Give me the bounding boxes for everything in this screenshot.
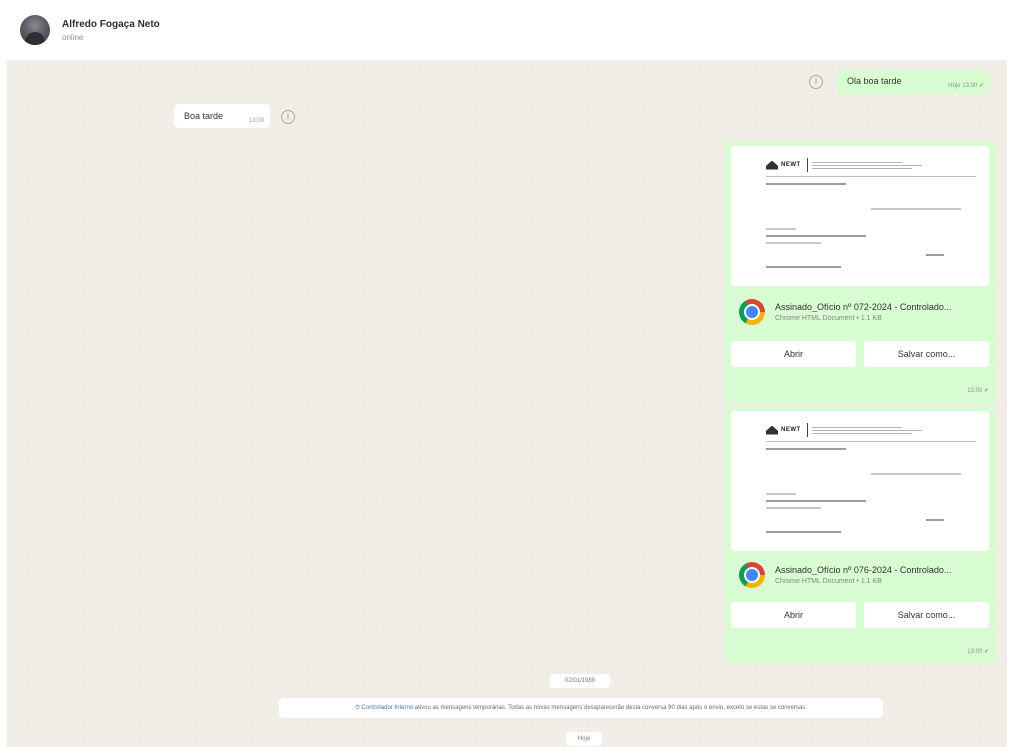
contact-info[interactable]: Alfredo Fogaça Neto online (62, 19, 160, 42)
today-separator: Hoje (566, 732, 602, 746)
file-name: Assinado_Ofício nº 076-2024 - Controlado… (775, 565, 952, 575)
document-message[interactable]: NEWT Assinado_Ofício nº 072-2024 - Contr… (724, 141, 996, 404)
file-name: Assinado_Ofício nº 072-2024 - Controlado… (775, 302, 952, 312)
document-file-info[interactable]: Assinado_Ofício nº 072-2024 - Controlado… (731, 291, 989, 333)
date-separator: 02/01/1989 (550, 674, 610, 688)
document-actions: Abrir Salvar como... (731, 341, 989, 367)
chat-panel[interactable]: i Ola boa tarde Hoje 13:00 ✔ Boa tarde 1… (7, 60, 1007, 747)
system-message: ⏱ Controlador Interno ativou as mensagen… (279, 698, 883, 718)
logo-brand: NEWT (781, 427, 801, 433)
chat-header[interactable]: Alfredo Fogaça Neto online (0, 0, 1014, 60)
message-meta: Hoje 13:00 ✔ (948, 83, 984, 89)
open-button[interactable]: Abrir (731, 602, 856, 628)
file-type: Chrome HTML Document • 1.1 KB (775, 578, 882, 585)
chrome-icon (739, 562, 765, 588)
message-time: 13:00 ✔ (967, 388, 989, 394)
message-text: Ola boa tarde (847, 76, 902, 86)
letterhead-logo: NEWT (766, 423, 932, 437)
document-file-info[interactable]: Assinado_Ofício nº 076-2024 - Controlado… (731, 554, 989, 596)
info-icon[interactable]: i (809, 75, 823, 89)
letterhead-logo: NEWT (766, 158, 932, 172)
save-as-button[interactable]: Salvar como... (864, 602, 989, 628)
contact-status: online (62, 32, 84, 42)
document-actions: Abrir Salvar como... (731, 602, 989, 628)
message-time: 13:00 ✔ (967, 649, 989, 655)
incoming-message[interactable]: Boa tarde 13:00 (174, 104, 270, 128)
info-icon[interactable]: i (281, 110, 295, 124)
message-meta: 13:00 (248, 118, 264, 124)
contact-name: Alfredo Fogaça Neto (62, 18, 160, 30)
system-message-text: ativou as mensagens temporárias. Todas a… (414, 705, 807, 711)
logo-mark (766, 160, 778, 170)
save-as-button[interactable]: Salvar como... (864, 341, 989, 367)
chrome-icon (739, 299, 765, 325)
system-message-link[interactable]: Controlador Interno (361, 705, 413, 711)
document-preview[interactable]: NEWT (731, 146, 989, 286)
file-type: Chrome HTML Document • 1.1 KB (775, 315, 882, 322)
logo-mark (766, 425, 778, 435)
contact-avatar[interactable] (20, 15, 50, 45)
outgoing-message[interactable]: Ola boa tarde Hoje 13:00 ✔ (837, 70, 990, 94)
document-message[interactable]: NEWT Assinado_Ofício nº 076-2024 - Contr… (724, 406, 996, 664)
logo-brand: NEWT (781, 162, 801, 168)
document-preview[interactable]: NEWT (731, 411, 989, 551)
message-text: Boa tarde (184, 111, 224, 121)
open-button[interactable]: Abrir (731, 341, 856, 367)
clock-icon: ⏱ (355, 705, 360, 711)
